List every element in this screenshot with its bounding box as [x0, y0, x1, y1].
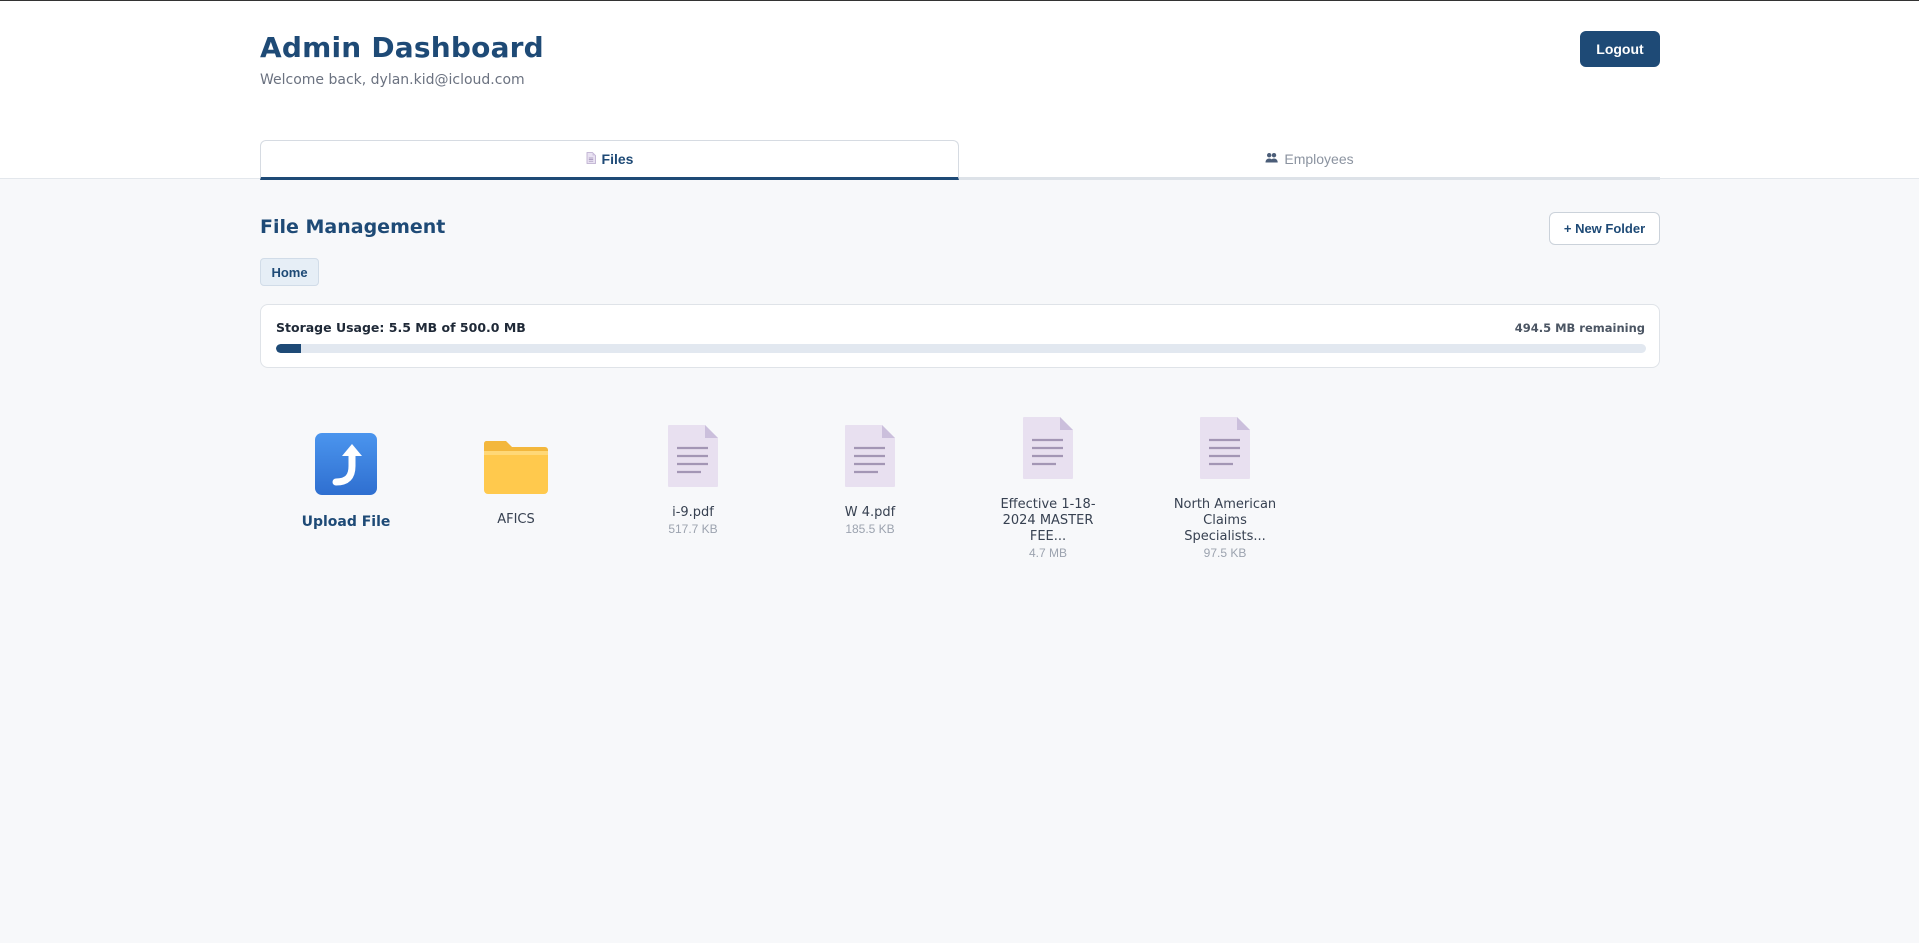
file-name: W 4.pdf — [844, 505, 896, 520]
welcome-text: Welcome back, dylan.kid@icloud.com — [260, 72, 525, 88]
tab-employees[interactable]: Employees — [959, 140, 1660, 180]
file-size: 185.5 KB — [845, 522, 895, 536]
folder-icon — [441, 435, 591, 495]
file-size: 4.7 MB — [1028, 546, 1067, 560]
file-size: 517.7 KB — [668, 522, 718, 536]
file-name: North American Claims Specialists... — [1173, 497, 1277, 544]
document-icon — [973, 416, 1123, 480]
upload-file-button[interactable]: Upload File — [271, 432, 421, 530]
users-icon — [1265, 152, 1279, 165]
upload-icon — [271, 432, 421, 496]
new-folder-button[interactable]: + New Folder — [1549, 212, 1660, 245]
file-item[interactable]: North American Claims Specialists... 97.… — [1150, 416, 1300, 560]
storage-progress-bar — [276, 344, 1646, 353]
page-title: Admin Dashboard — [260, 31, 544, 64]
file-size: 97.5 KB — [1203, 546, 1247, 560]
storage-usage-label: Storage Usage: 5.5 MB of 500.0 MB — [276, 320, 526, 335]
storage-remaining: 494.5 MB remaining — [1514, 321, 1645, 335]
storage-progress-fill — [276, 344, 301, 353]
file-item[interactable]: i-9.pdf 517.7 KB — [618, 424, 768, 536]
document-icon — [1150, 416, 1300, 480]
file-icon — [586, 152, 596, 166]
folder-item[interactable]: AFICS — [441, 435, 591, 528]
storage-usage-panel: Storage Usage: 5.5 MB of 500.0 MB 494.5 … — [260, 304, 1660, 368]
file-item[interactable]: Effective 1-18-2024 MASTER FEE... 4.7 MB — [973, 416, 1123, 560]
tab-employees-label: Employees — [1284, 150, 1354, 167]
file-name: Effective 1-18-2024 MASTER FEE... — [1000, 497, 1096, 544]
tab-bar: Files Employees — [260, 140, 1660, 180]
section-title: File Management — [260, 216, 446, 238]
document-icon — [795, 424, 945, 488]
document-icon — [618, 424, 768, 488]
folder-name: AFICS — [497, 512, 535, 527]
tab-files[interactable]: Files — [260, 140, 959, 180]
file-name: i-9.pdf — [672, 505, 714, 520]
file-item[interactable]: W 4.pdf 185.5 KB — [795, 424, 945, 536]
upload-file-label: Upload File — [301, 514, 391, 530]
logout-button[interactable]: Logout — [1580, 31, 1660, 67]
dashboard-header: Admin Dashboard Welcome back, dylan.kid@… — [0, 1, 1919, 180]
breadcrumb-home[interactable]: Home — [260, 258, 319, 286]
tab-files-label: Files — [601, 151, 634, 167]
